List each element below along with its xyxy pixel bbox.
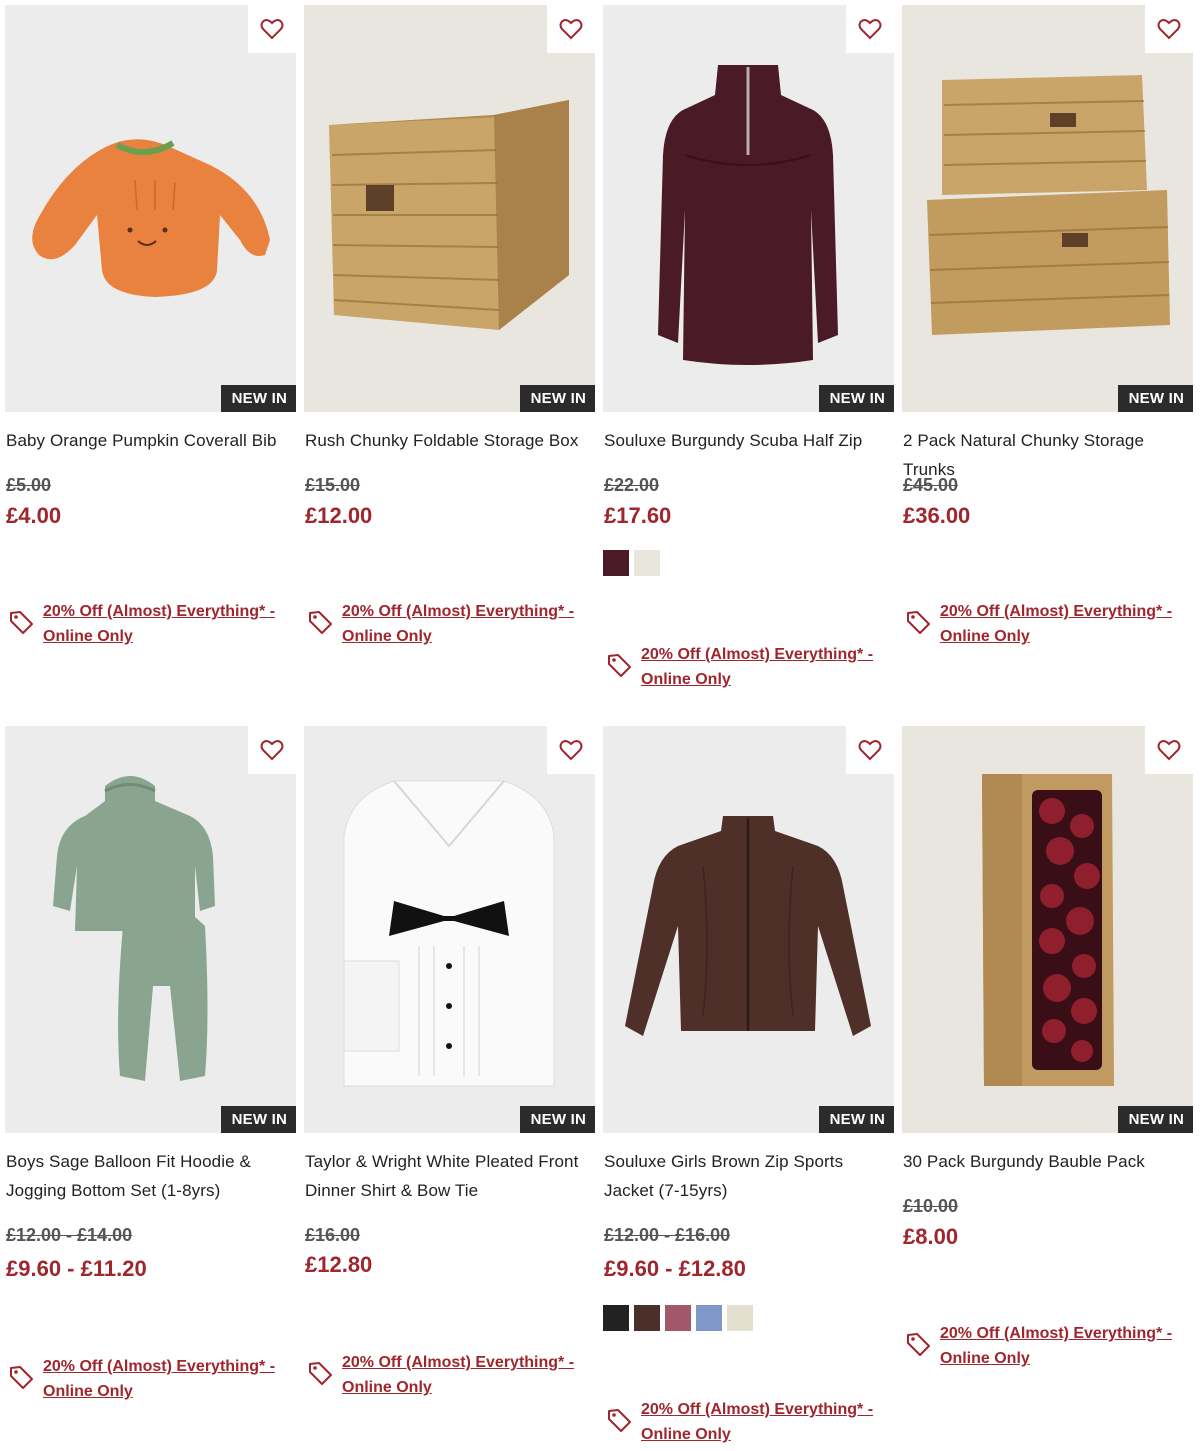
colour-swatch[interactable] (634, 550, 660, 576)
burgundy-baubles-image (902, 726, 1193, 1133)
was-price: £5.00 (6, 475, 52, 495)
wishlist-heart-icon[interactable] (248, 726, 296, 774)
was-price: £15.00 (305, 475, 361, 495)
new-in-badge: NEW IN (1117, 1106, 1193, 1133)
colour-swatch[interactable] (603, 1305, 629, 1331)
price-tag-icon (309, 1362, 332, 1385)
colour-swatch[interactable] (665, 1305, 691, 1331)
product-card[interactable]: NEW IN Taylor & Wright White Pleated Fro… (304, 726, 595, 1396)
product-card[interactable]: NEW IN Souluxe Girls Brown Zip Sports Ja… (603, 726, 894, 1443)
promo-link[interactable]: 20% Off (Almost) Everything* - Online On… (8, 599, 296, 649)
new-in-badge: NEW IN (519, 385, 595, 412)
promo-text[interactable]: 20% Off (Almost) Everything* - Online On… (43, 599, 281, 649)
product-image[interactable]: NEW IN (603, 5, 894, 412)
product-name[interactable]: Baby Orange Pumpkin Coverall Bib (6, 426, 296, 455)
product-image[interactable]: NEW IN (902, 726, 1193, 1133)
now-price: £9.60 - £12.80 (604, 1256, 746, 1281)
colour-swatches (603, 550, 660, 576)
promo-link[interactable]: 20% Off (Almost) Everything* - Online On… (905, 1321, 1193, 1371)
was-price: £45.00 (903, 475, 959, 495)
promo-text[interactable]: 20% Off (Almost) Everything* - Online On… (342, 599, 580, 649)
product-card[interactable]: NEW IN Baby Orange Pumpkin Coverall Bib … (5, 5, 296, 645)
promo-text[interactable]: 20% Off (Almost) Everything* - Online On… (940, 599, 1178, 649)
price-tag-icon (10, 611, 33, 634)
new-in-badge: NEW IN (220, 1106, 296, 1133)
product-card[interactable]: NEW IN Souluxe Burgundy Scuba Half Zip £… (603, 5, 894, 688)
sage-hoodie-set-image (5, 726, 296, 1133)
wishlist-heart-icon[interactable] (1145, 5, 1193, 53)
wishlist-heart-icon[interactable] (1145, 726, 1193, 774)
colour-swatch[interactable] (603, 550, 629, 576)
promo-text[interactable]: 20% Off (Almost) Everything* - Online On… (342, 1350, 580, 1400)
price-tag-icon (309, 611, 332, 634)
product-image[interactable]: NEW IN (304, 726, 595, 1133)
price-tag-icon (608, 654, 631, 677)
promo-text[interactable]: 20% Off (Almost) Everything* - Online On… (940, 1321, 1178, 1371)
new-in-badge: NEW IN (519, 1106, 595, 1133)
promo-text[interactable]: 20% Off (Almost) Everything* - Online On… (641, 1397, 879, 1447)
was-price: £12.00 - £16.00 (604, 1225, 731, 1245)
now-price: £9.60 - £11.20 (6, 1256, 147, 1281)
now-price: £36.00 (903, 503, 971, 528)
promo-link[interactable]: 20% Off (Almost) Everything* - Online On… (8, 1354, 296, 1404)
promo-link[interactable]: 20% Off (Almost) Everything* - Online On… (905, 599, 1193, 649)
product-card[interactable]: NEW IN 2 Pack Natural Chunky Storage Tru… (902, 5, 1193, 645)
now-price: £8.00 (903, 1224, 959, 1249)
was-price: £12.00 - £14.00 (6, 1225, 133, 1245)
product-card[interactable]: NEW IN Rush Chunky Foldable Storage Box … (304, 5, 595, 645)
promo-text[interactable]: 20% Off (Almost) Everything* - Online On… (43, 1354, 281, 1404)
white-dinner-shirt-image (304, 726, 595, 1133)
wishlist-heart-icon[interactable] (547, 5, 595, 53)
product-name[interactable]: Boys Sage Balloon Fit Hoodie & Jogging B… (6, 1147, 296, 1205)
colour-swatch[interactable] (727, 1305, 753, 1331)
now-price: £17.60 (604, 503, 672, 528)
product-image[interactable]: NEW IN (304, 5, 595, 412)
now-price: £12.00 (305, 503, 373, 528)
product-image[interactable]: NEW IN (902, 5, 1193, 412)
new-in-badge: NEW IN (1117, 385, 1193, 412)
promo-text[interactable]: 20% Off (Almost) Everything* - Online On… (641, 642, 879, 692)
was-price: £22.00 (604, 475, 660, 495)
product-image[interactable]: NEW IN (5, 726, 296, 1133)
product-name[interactable]: Souluxe Girls Brown Zip Sports Jacket (7… (604, 1147, 894, 1205)
now-price: £12.80 (305, 1252, 373, 1277)
product-image[interactable]: NEW IN (603, 726, 894, 1133)
wishlist-heart-icon[interactable] (248, 5, 296, 53)
now-price: £4.00 (6, 503, 62, 528)
wishlist-heart-icon[interactable] (846, 726, 894, 774)
product-name[interactable]: Taylor & Wright White Pleated Front Dinn… (305, 1147, 595, 1205)
colour-swatch[interactable] (696, 1305, 722, 1331)
price-tag-icon (907, 611, 930, 634)
wishlist-heart-icon[interactable] (846, 5, 894, 53)
wishlist-heart-icon[interactable] (547, 726, 595, 774)
colour-swatch[interactable] (634, 1305, 660, 1331)
product-name[interactable]: Souluxe Burgundy Scuba Half Zip (604, 426, 894, 455)
promo-link[interactable]: 20% Off (Almost) Everything* - Online On… (606, 642, 894, 692)
price-tag-icon (907, 1333, 930, 1356)
promo-link[interactable]: 20% Off (Almost) Everything* - Online On… (307, 599, 595, 649)
orange-pumpkin-bib-image (5, 5, 296, 412)
was-price: £16.00 (305, 1225, 361, 1245)
new-in-badge: NEW IN (220, 385, 296, 412)
promo-link[interactable]: 20% Off (Almost) Everything* - Online On… (606, 1397, 894, 1447)
burgundy-half-zip-image (603, 5, 894, 412)
was-price: £10.00 (903, 1196, 959, 1216)
price-tag-icon (608, 1409, 631, 1432)
promo-link[interactable]: 20% Off (Almost) Everything* - Online On… (307, 1350, 595, 1400)
product-image[interactable]: NEW IN (5, 5, 296, 412)
wicker-storage-box-image (304, 5, 595, 412)
product-name[interactable]: Rush Chunky Foldable Storage Box (305, 426, 595, 455)
colour-swatches (603, 1305, 753, 1331)
brown-zip-jacket-image (603, 726, 894, 1133)
product-card[interactable]: NEW IN 30 Pack Burgundy Bauble Pack £10.… (902, 726, 1193, 1367)
wicker-trunks-image (902, 5, 1193, 412)
product-name[interactable]: 30 Pack Burgundy Bauble Pack (903, 1147, 1193, 1176)
new-in-badge: NEW IN (818, 1106, 894, 1133)
new-in-badge: NEW IN (818, 385, 894, 412)
product-card[interactable]: NEW IN Boys Sage Balloon Fit Hoodie & Jo… (5, 726, 296, 1400)
price-tag-icon (10, 1366, 33, 1389)
